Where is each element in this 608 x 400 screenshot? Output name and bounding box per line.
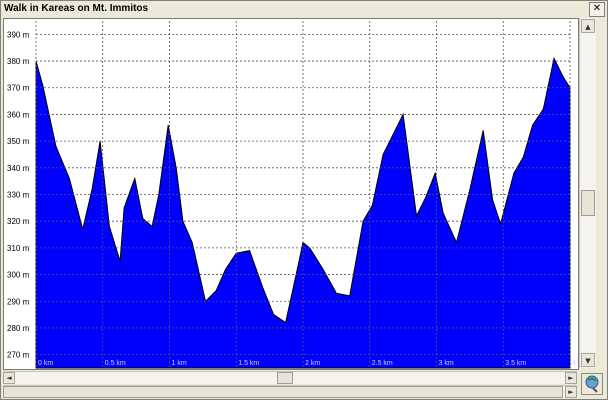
arrow-right-icon[interactable]: ► bbox=[565, 372, 577, 384]
arrow-left-icon[interactable]: ◄ bbox=[3, 372, 15, 384]
window-title: Walk in Kareas on Mt. Immitos bbox=[1, 1, 594, 17]
y-tick-label: 340 m bbox=[7, 164, 30, 173]
horizontal-scroll-thumb[interactable] bbox=[277, 372, 293, 384]
y-tick-label: 320 m bbox=[7, 217, 30, 226]
y-tick-label: 280 m bbox=[7, 324, 30, 333]
zoom-scroll-thumb[interactable] bbox=[3, 386, 563, 398]
x-tick-label: 1.5 km bbox=[238, 360, 259, 367]
y-tick-label: 380 m bbox=[7, 57, 30, 66]
elevation-chart-svg: 270 m 280 m 290 m 300 m 310 m 320 m 330 m 340 m… bbox=[7, 21, 576, 369]
x-tick-label: 0.5 km bbox=[105, 360, 126, 367]
y-tick-label: 290 m bbox=[7, 297, 30, 306]
zoom-scrollbar[interactable]: ◄ ► bbox=[3, 385, 577, 398]
y-tick-label: 310 m bbox=[7, 244, 30, 253]
vertical-scroll-thumb[interactable] bbox=[581, 190, 595, 216]
profile-window: Walk in Kareas on Mt. Immitos ✕ 270 m 280… bbox=[0, 0, 608, 400]
x-tick-label: 2 km bbox=[305, 360, 320, 367]
x-tick-label: 0 km bbox=[38, 360, 53, 367]
x-tick-label: 3 km bbox=[439, 360, 454, 367]
x-tick-label: 1 km bbox=[172, 360, 187, 367]
y-tick-label: 390 m bbox=[7, 30, 30, 39]
vertical-scrollbar[interactable]: ▲ ▼ bbox=[579, 18, 596, 368]
y-tick-label: 330 m bbox=[7, 191, 30, 200]
x-tick-label: 3.5 km bbox=[505, 360, 526, 367]
y-tick-label: 370 m bbox=[7, 84, 30, 93]
x-tick-label: 2.5 km bbox=[372, 360, 393, 367]
globe-magnify-icon[interactable] bbox=[581, 373, 603, 395]
x-tick-label: 4 bbox=[572, 360, 576, 367]
elevation-chart: 270 m 280 m 290 m 300 m 310 m 320 m 330 m 340 m… bbox=[3, 18, 579, 370]
arrow-up-icon[interactable]: ▲ bbox=[581, 19, 595, 33]
horizontal-scrollbar[interactable]: ◄ ► bbox=[3, 371, 577, 384]
y-tick-label: 300 m bbox=[7, 271, 30, 280]
arrow-right-icon[interactable]: ► bbox=[565, 386, 577, 398]
y-tick-label: 360 m bbox=[7, 110, 30, 119]
arrow-down-icon[interactable]: ▼ bbox=[581, 353, 595, 367]
y-tick-label: 350 m bbox=[7, 137, 30, 146]
y-tick-label: 270 m bbox=[7, 351, 30, 360]
close-icon[interactable]: ✕ bbox=[589, 2, 605, 17]
